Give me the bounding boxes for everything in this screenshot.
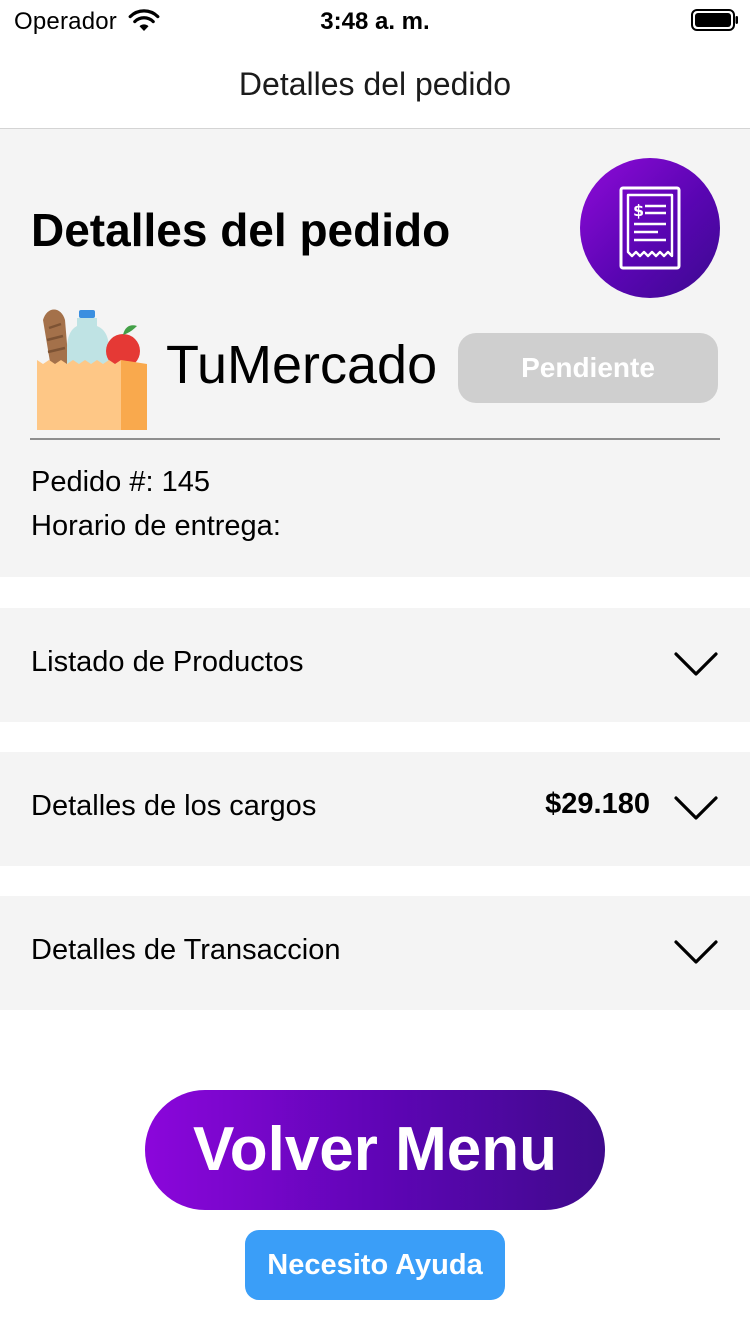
order-header-card: Detalles del pedido $ TuMercado Pendient… — [0, 129, 750, 577]
chevron-down-icon[interactable] — [674, 650, 718, 678]
chevron-down-icon[interactable] — [674, 794, 718, 822]
navigation-bar: Detalles del pedido — [0, 42, 750, 129]
help-button[interactable]: Necesito Ayuda — [245, 1230, 505, 1300]
store-name: TuMercado — [166, 335, 438, 395]
divider — [30, 438, 720, 440]
battery-icon — [691, 9, 738, 31]
section-charges[interactable]: Detalles de los cargos $29.180 — [0, 752, 750, 866]
page-title: Detalles del pedido — [31, 204, 451, 256]
section-label: Listado de Productos — [31, 646, 304, 678]
grocery-bag-icon — [37, 309, 147, 430]
chevron-down-icon[interactable] — [674, 938, 718, 966]
section-products[interactable]: Listado de Productos — [0, 608, 750, 722]
delivery-time: Horario de entrega: — [31, 510, 281, 542]
status-time: 3:48 a. m. — [320, 8, 430, 35]
charges-total: $29.180 — [545, 788, 650, 820]
order-number: Pedido #: 145 — [31, 466, 210, 498]
status-bar: Operador 3:48 a. m. — [0, 0, 750, 42]
section-transaction[interactable]: Detalles de Transaccion — [0, 896, 750, 1010]
svg-text:$: $ — [633, 201, 644, 220]
section-label: Detalles de los cargos — [31, 790, 317, 822]
section-label: Detalles de Transaccion — [31, 934, 341, 966]
order-status-badge[interactable]: Pendiente — [458, 333, 718, 403]
receipt-icon: $ — [619, 186, 681, 270]
back-to-menu-button[interactable]: Volver Menu — [145, 1090, 605, 1210]
nav-title: Detalles del pedido — [238, 66, 512, 102]
receipt-badge: $ — [580, 158, 720, 298]
